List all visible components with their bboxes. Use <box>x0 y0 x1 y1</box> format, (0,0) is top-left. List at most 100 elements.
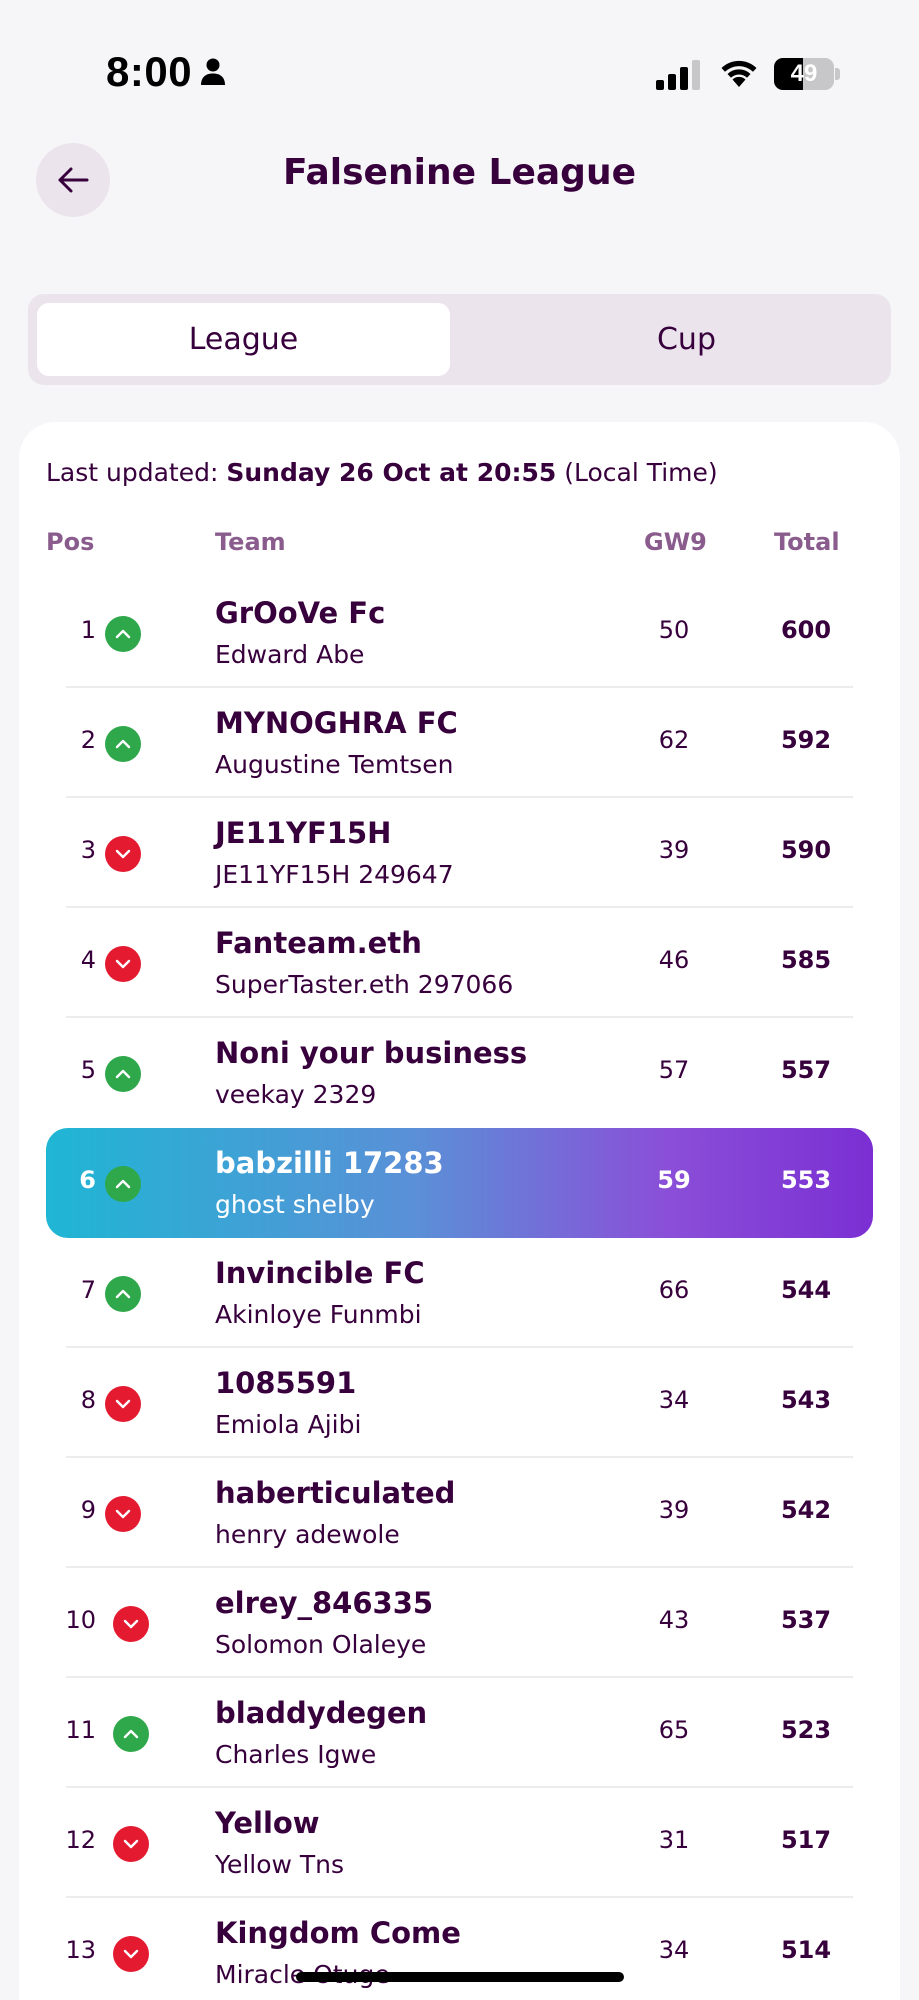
row-team-name: Invincible FC <box>215 1256 425 1290</box>
last-updated-datetime: Sunday 26 Oct at 20:55 <box>226 458 557 487</box>
tab-cup[interactable]: Cup <box>480 303 893 376</box>
row-manager-name: Edward Abe <box>215 640 365 669</box>
row-total-points: 517 <box>780 1826 832 1854</box>
table-row[interactable]: 2 MYNOGHRA FC Augustine Temtsen 62 592 <box>0 688 919 798</box>
last-updated: Last updated: Sunday 26 Oct at 20:55 (Lo… <box>46 458 718 487</box>
row-gameweek-points: 59 <box>657 1166 691 1194</box>
row-team-name: JE11YF15H <box>215 816 392 850</box>
row-team-name: MYNOGHRA FC <box>215 706 458 740</box>
row-gameweek-points: 65 <box>658 1716 690 1744</box>
row-position: 10 <box>65 1606 96 1634</box>
chevron-down-icon <box>105 836 141 872</box>
battery-percent: 49 <box>790 60 818 87</box>
row-manager-name: Augustine Temtsen <box>215 750 454 779</box>
row-gameweek-points: 43 <box>658 1606 690 1634</box>
tab-league[interactable]: League <box>37 303 450 376</box>
row-total-points: 592 <box>780 726 832 754</box>
row-position: 6 <box>79 1166 96 1194</box>
column-header-gw: GW9 <box>644 528 707 556</box>
row-position: 8 <box>80 1386 96 1414</box>
row-team-name: Yellow <box>215 1806 320 1840</box>
row-manager-name: Yellow Tns <box>215 1850 345 1879</box>
row-position: 12 <box>65 1826 96 1854</box>
chevron-down-icon <box>105 946 141 982</box>
table-row[interactable]: 5 Noni your business veekay 2329 57 557 <box>0 1018 919 1128</box>
row-team-name: Kingdom Come <box>215 1916 461 1950</box>
row-total-points: 557 <box>780 1056 832 1084</box>
table-row[interactable]: 13Kingdom ComeMiracle Otuge34514 <box>0 1898 919 2000</box>
wifi-icon <box>721 60 757 87</box>
row-gameweek-points: 39 <box>658 1496 690 1524</box>
person-icon <box>201 58 225 85</box>
chevron-down-icon <box>105 1496 141 1532</box>
row-gameweek-points: 57 <box>658 1056 690 1084</box>
chevron-down-icon <box>113 1606 149 1642</box>
home-indicator <box>296 1972 624 1982</box>
table-row[interactable]: 4 Fanteam.eth SuperTaster.eth 297066 46 585 <box>0 908 919 1018</box>
row-manager-name: SuperTaster.eth 297066 <box>215 970 514 999</box>
row-position: 9 <box>80 1496 96 1524</box>
table-row[interactable]: 11 bladdydegen Charles Igwe 65 523 <box>0 1678 919 1788</box>
table-row[interactable]: 8 1085591 Emiola Ajibi 34 543 <box>0 1348 919 1458</box>
table-row[interactable]: 1 GrOoVe Fc Edward Abe 50 600 <box>0 578 919 688</box>
row-manager-name: henry adewole <box>215 1520 400 1549</box>
last-updated-prefix: Last updated: <box>46 458 219 487</box>
row-team-name: babzilli 17283 <box>215 1146 444 1180</box>
row-team-name: elrey_846335 <box>215 1586 434 1620</box>
row-total-points: 514 <box>780 1936 832 1964</box>
row-team-name: Noni your business <box>215 1036 528 1070</box>
row-position: 1 <box>80 616 96 644</box>
row-position: 3 <box>80 836 96 864</box>
row-total-points: 585 <box>780 946 832 974</box>
table-row[interactable]: 7 Invincible FC Akinloye Funmbi 66 544 <box>0 1238 919 1348</box>
row-gameweek-points: 46 <box>658 946 690 974</box>
row-team-name: haberticulated <box>215 1476 456 1510</box>
table-row[interactable]: 3 JE11YF15H JE11YF15H 249647 39 590 <box>0 798 919 908</box>
row-total-points: 542 <box>780 1496 832 1524</box>
status-time: 8:00 <box>106 48 193 95</box>
row-total-points: 600 <box>780 616 832 644</box>
league-cup-tabs: League Cup <box>28 294 891 385</box>
row-gameweek-points: 34 <box>658 1936 690 1964</box>
table-row[interactable]: 12 Yellow Yellow Tns 31 517 <box>0 1788 919 1898</box>
row-position: 13 <box>65 1936 96 1964</box>
row-gameweek-points: 50 <box>658 616 690 644</box>
chevron-up-icon <box>113 1716 149 1752</box>
row-gameweek-points: 34 <box>658 1386 690 1414</box>
row-team-name: GrOoVe Fc <box>215 596 386 630</box>
row-manager-name: Solomon Olaleye <box>215 1630 427 1659</box>
last-updated-suffix: (Local Time) <box>564 458 718 487</box>
column-header-total: Total <box>774 528 840 556</box>
chevron-down-icon <box>105 1386 141 1422</box>
highlight-background <box>46 1128 873 1238</box>
chevron-down-icon <box>113 1936 149 1972</box>
row-team-name: 1085591 <box>215 1366 357 1400</box>
row-manager-name: veekay 2329 <box>215 1080 377 1109</box>
row-position: 5 <box>80 1056 96 1084</box>
column-header-pos: Pos <box>46 528 95 556</box>
row-manager-name: Charles Igwe <box>215 1740 377 1769</box>
chevron-up-icon <box>105 726 141 762</box>
chevron-up-icon <box>105 1056 141 1092</box>
status-bar: 8:00 49 <box>0 0 919 150</box>
chevron-up-icon <box>105 1276 141 1312</box>
table-row[interactable]: 9 haberticulated henry adewole 39 542 <box>0 1458 919 1568</box>
table-row[interactable]: 10 elrey_846335 Solomon Olaleye 43 537 <box>0 1568 919 1678</box>
row-position: 4 <box>80 946 96 974</box>
row-total-points: 544 <box>780 1276 832 1304</box>
chevron-down-icon <box>113 1826 149 1862</box>
row-position: 11 <box>65 1716 96 1744</box>
row-total-points: 543 <box>780 1386 832 1414</box>
row-total-points: 523 <box>780 1716 832 1744</box>
row-total-points: 590 <box>780 836 832 864</box>
row-team-name: Fanteam.eth <box>215 926 422 960</box>
row-team-name: bladdydegen <box>215 1696 428 1730</box>
table-row[interactable]: 6 babzilli 17283 ghost shelby 59 553 <box>0 1128 919 1238</box>
row-gameweek-points: 62 <box>658 726 690 754</box>
page-title: Falsenine League <box>283 152 636 193</box>
row-position: 7 <box>80 1276 96 1304</box>
row-manager-name: ghost shelby <box>215 1190 375 1219</box>
row-manager-name: Akinloye Funmbi <box>215 1300 422 1329</box>
chevron-up-icon <box>105 616 141 652</box>
column-header-team: Team <box>215 528 286 556</box>
